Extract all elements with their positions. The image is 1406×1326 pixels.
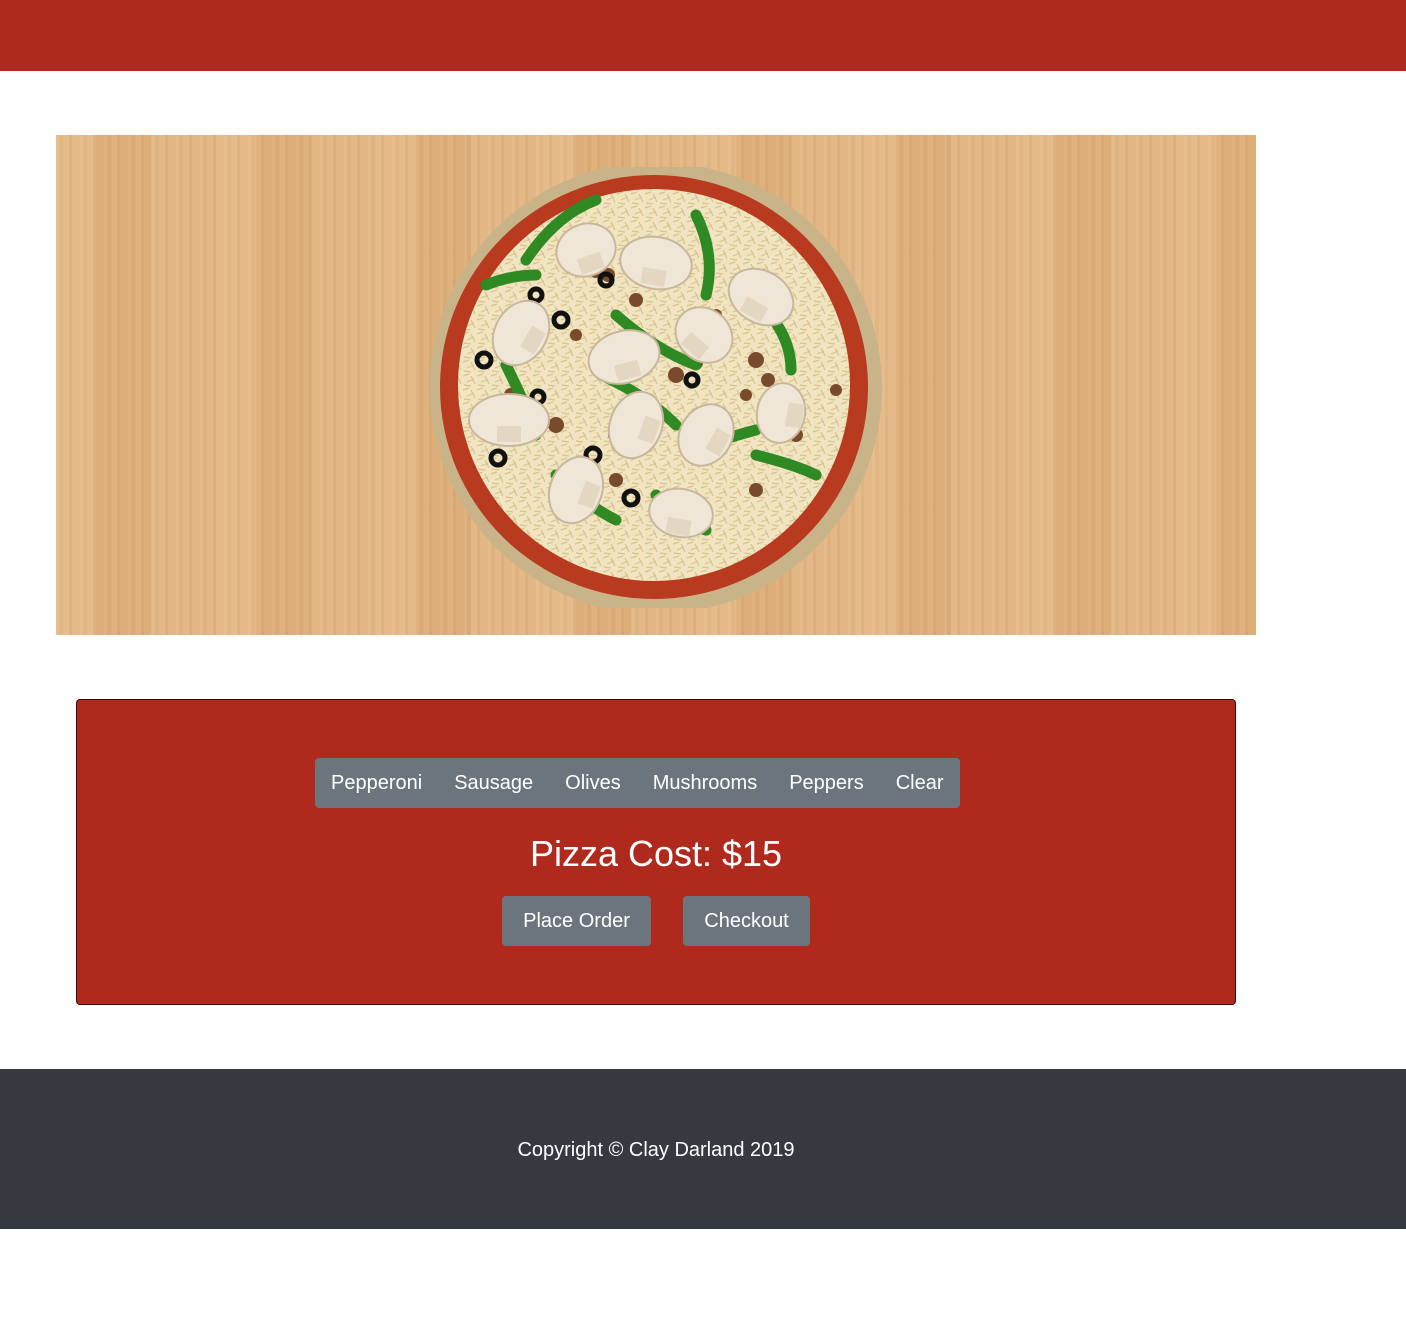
copyright-text: Copyright © Clay Darland 2019 [517, 1139, 795, 1161]
topping-button-group: Pepperoni Sausage Olives Mushrooms Peppe… [315, 758, 960, 808]
checkout-button[interactable]: Checkout [683, 896, 810, 946]
pizza-hero-image [56, 135, 1256, 635]
clear-button[interactable]: Clear [880, 758, 960, 808]
place-order-button[interactable]: Place Order [502, 896, 651, 946]
top-navbar [0, 0, 1406, 71]
mushrooms-button[interactable]: Mushrooms [637, 758, 773, 808]
pizza-cost-heading: Pizza Cost: $15 [529, 833, 783, 874]
sausage-button[interactable]: Sausage [438, 758, 549, 808]
olives-button[interactable]: Olives [549, 758, 637, 808]
pepperoni-button[interactable]: Pepperoni [315, 758, 438, 808]
pizza-illustration [430, 167, 882, 608]
peppers-button[interactable]: Peppers [773, 758, 880, 808]
